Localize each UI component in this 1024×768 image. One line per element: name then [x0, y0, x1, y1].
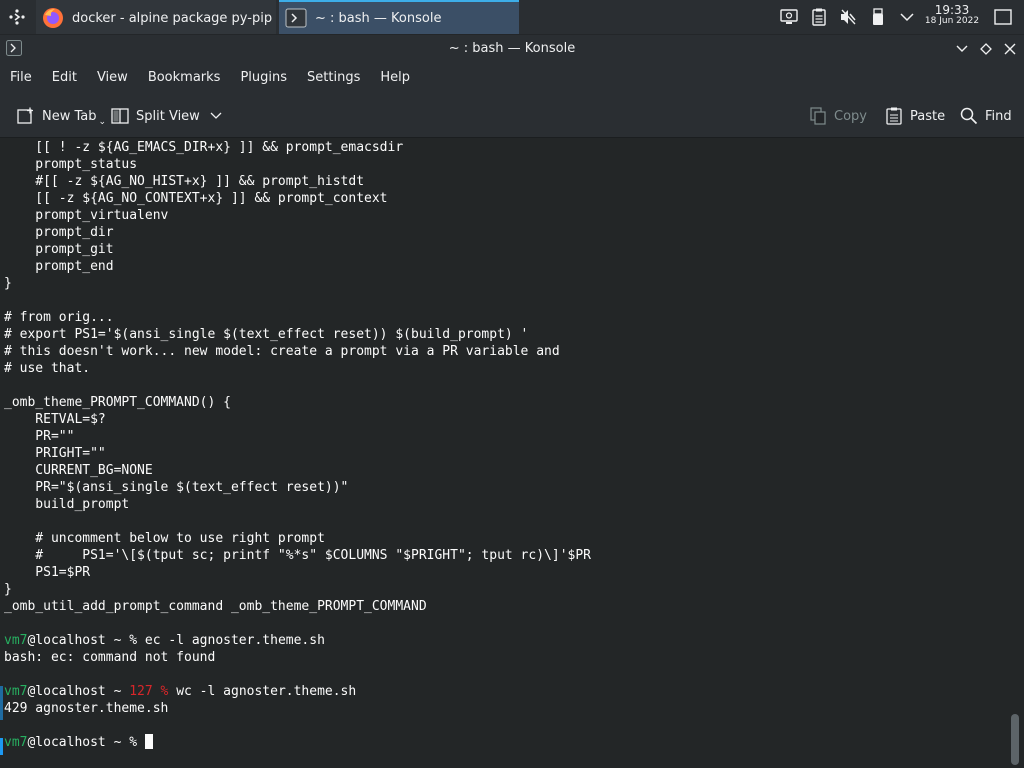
konsole-icon: [285, 8, 307, 28]
copy-label: Copy: [834, 108, 867, 124]
maximize-button[interactable]: [975, 38, 997, 60]
copy-button[interactable]: Copy: [808, 100, 867, 132]
copy-icon: [808, 106, 828, 126]
menu-bookmarks[interactable]: Bookmarks: [138, 63, 231, 93]
scrollbar-thumb[interactable]: [1011, 714, 1019, 765]
prompt-char: %: [129, 735, 145, 750]
text-cursor: [144, 734, 153, 749]
close-icon: [1004, 43, 1016, 55]
new-tab-dropdown-icon[interactable]: ⌄: [99, 117, 107, 127]
menu-help[interactable]: Help: [370, 63, 420, 93]
paste-button[interactable]: Paste: [884, 100, 945, 132]
clock-time: 19:33: [934, 3, 970, 17]
screen-icon: [780, 9, 798, 24]
clock[interactable]: 19:33 18 Jun 2022: [922, 3, 982, 27]
maximize-icon: [980, 43, 992, 55]
show-desktop-icon: [994, 9, 1012, 25]
task-label: ~ : bash — Konsole: [315, 10, 442, 26]
split-view-icon: [110, 106, 130, 126]
new-tab-label: New Tab: [42, 108, 97, 124]
chevron-down-icon: [210, 112, 222, 119]
command-output: bash: ec: command not found: [4, 650, 216, 665]
firefox-icon: [43, 8, 63, 28]
menu-view[interactable]: View: [87, 63, 138, 93]
command-output: 429 agnoster.theme.sh: [4, 701, 169, 716]
new-tab-button[interactable]: New Tab ⌄: [16, 100, 106, 132]
prompt-host-path: @localhost ~: [27, 735, 130, 750]
scrollbar[interactable]: [1008, 139, 1022, 768]
split-view-button[interactable]: Split View: [110, 100, 222, 132]
paste-icon: [884, 106, 904, 126]
new-tab-icon: [16, 106, 36, 126]
tray-clipboard[interactable]: [807, 0, 831, 34]
prompt-user: vm7: [4, 633, 28, 648]
command-text: ec -l agnoster.theme.sh: [137, 633, 325, 648]
menubar: File Edit View Bookmarks Plugins Setting…: [0, 63, 1024, 93]
menu-edit[interactable]: Edit: [42, 63, 87, 93]
prompt-host-path: @localhost ~: [27, 684, 130, 699]
menu-settings[interactable]: Settings: [297, 63, 370, 93]
find-button[interactable]: Find: [959, 100, 1012, 132]
tray-usb[interactable]: [866, 0, 890, 34]
window-title: ~ : bash — Konsole: [448, 41, 576, 56]
application-launcher[interactable]: [0, 0, 34, 34]
paste-label: Paste: [910, 108, 946, 124]
clock-date: 18 Jun 2022: [924, 16, 980, 26]
split-view-label: Split View: [136, 108, 200, 124]
prompt-char: %: [129, 633, 138, 648]
tray-expander[interactable]: [896, 0, 918, 34]
search-icon: [959, 106, 979, 126]
terminal-script-lines: [[ ! -z ${AG_EMACS_DIR+x} ]] && prompt_e…: [4, 140, 591, 614]
show-desktop-button[interactable]: [990, 0, 1016, 34]
usb-device-icon: [873, 8, 883, 25]
task-label: docker - alpine package py-pip m...: [72, 10, 276, 26]
prompt-user: vm7: [4, 735, 28, 750]
exit-code: 127 %: [129, 684, 169, 699]
menu-file[interactable]: File: [0, 63, 42, 93]
volume-muted-icon: [841, 9, 856, 25]
prompt-user: vm7: [4, 684, 28, 699]
close-button[interactable]: [999, 38, 1021, 60]
command-marker: [0, 686, 3, 720]
prompt-host-path: @localhost ~: [27, 633, 130, 648]
terminal-output[interactable]: [[ ! -z ${AG_EMACS_DIR+x} ]] && prompt_e…: [4, 139, 1004, 751]
split-view-dropdown[interactable]: [210, 109, 222, 124]
menu-plugins[interactable]: Plugins: [230, 63, 297, 93]
task-firefox[interactable]: docker - alpine package py-pip m...: [36, 0, 276, 34]
clipboard-icon: [812, 8, 826, 26]
find-label: Find: [985, 108, 1012, 124]
active-prompt-marker: [0, 738, 3, 755]
minimize-button[interactable]: [951, 38, 973, 60]
chevron-down-icon: [900, 13, 914, 22]
command-text: wc -l agnoster.theme.sh: [168, 684, 357, 699]
task-konsole[interactable]: ~ : bash — Konsole: [279, 0, 519, 34]
launcher-icon: [9, 9, 25, 25]
tray-screen[interactable]: [777, 0, 801, 34]
tray-volume[interactable]: [836, 0, 860, 34]
minimize-icon: [956, 45, 968, 52]
